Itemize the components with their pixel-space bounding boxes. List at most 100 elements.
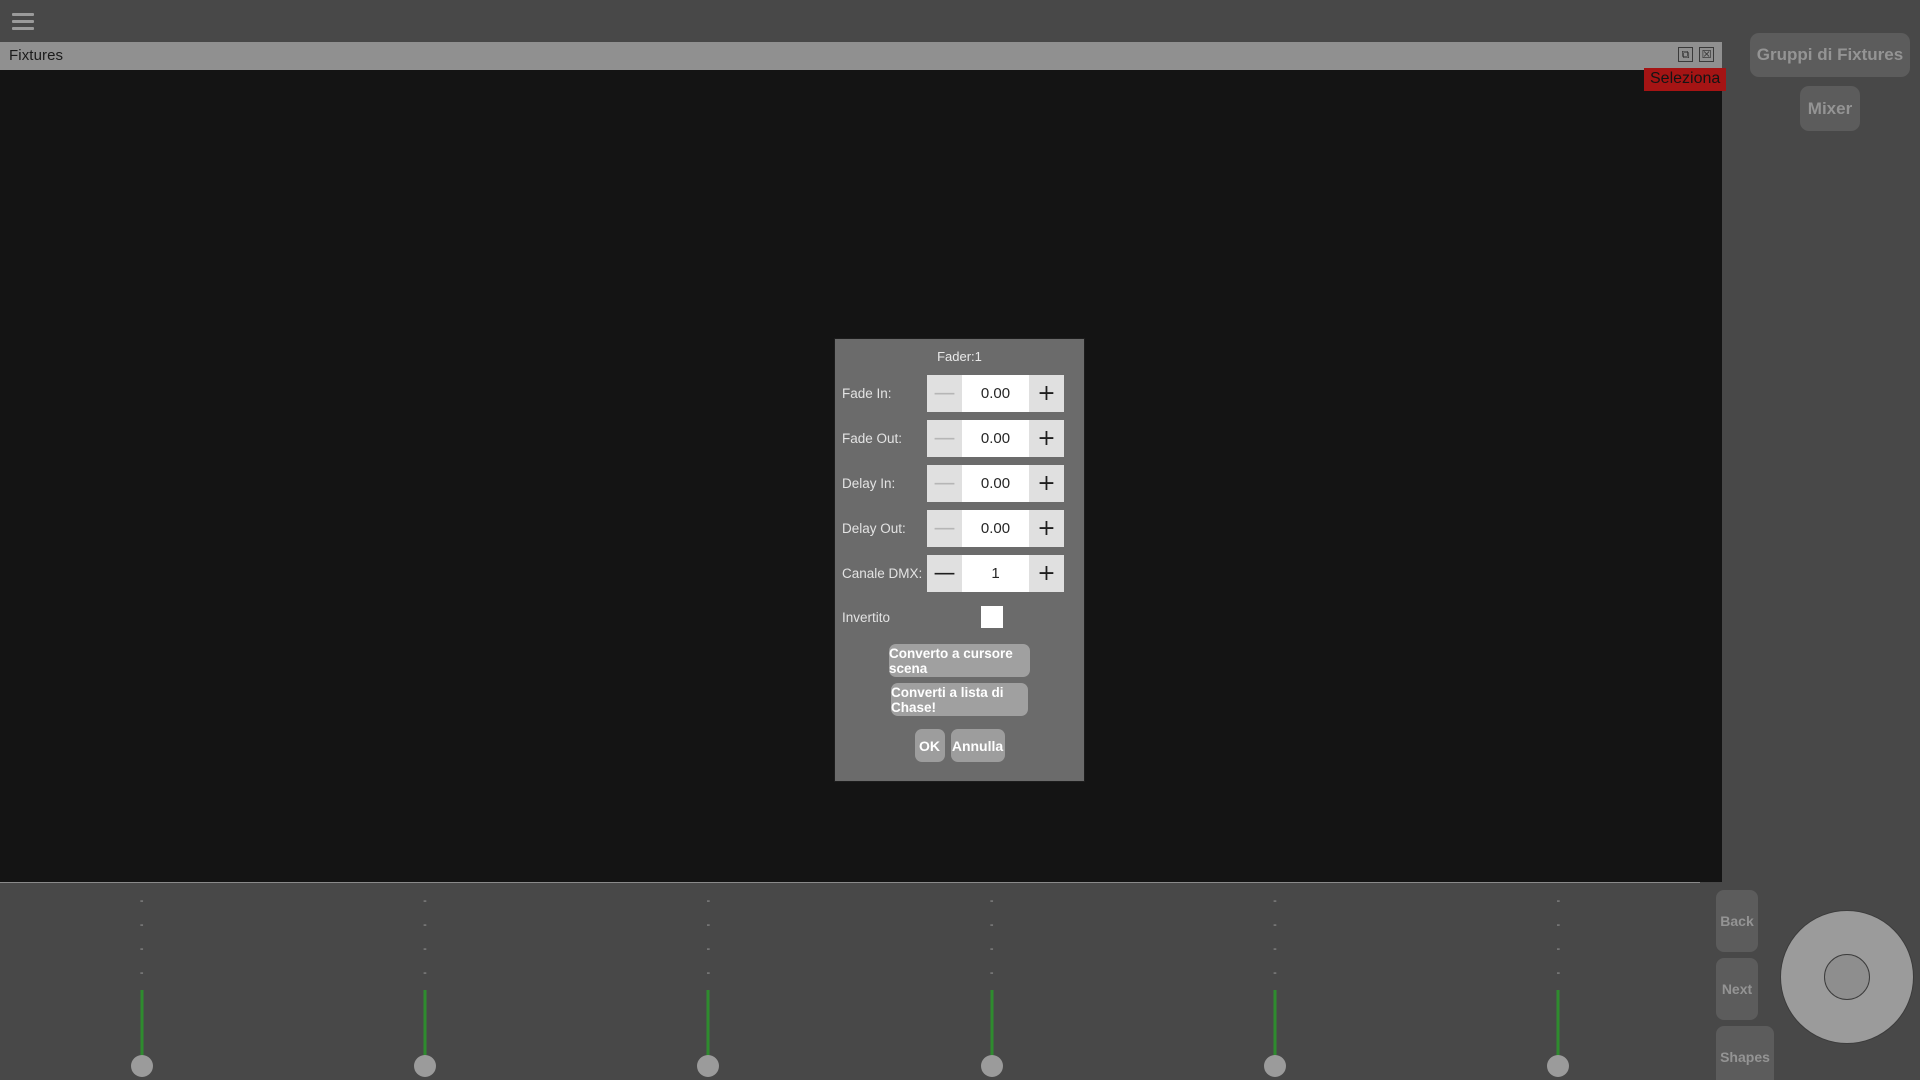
close-window-icon[interactable]: ☒	[1699, 47, 1714, 62]
dialog-row-label: Canale DMX:	[842, 566, 923, 581]
fader-mark-label: -	[423, 895, 427, 907]
fader-mark-label: -	[706, 895, 711, 907]
fader-knob[interactable]	[413, 1055, 436, 1077]
fader-knob[interactable]	[980, 1055, 1003, 1077]
dialog-row-label: Fade In:	[842, 386, 892, 401]
increment-button[interactable]: +	[1029, 420, 1064, 457]
right-side-panel: Gruppi di Fixtures Mixer	[1740, 0, 1920, 880]
dialog-row: Delay In: —0.00 +	[835, 461, 1084, 506]
fixtures-window-title: Fixtures	[9, 47, 64, 64]
fader-mark-label: -	[139, 943, 144, 955]
fader-mark-label: -	[989, 919, 994, 931]
fader-mark-label: -	[139, 895, 144, 907]
fader-marks: - - - -	[283, 893, 566, 989]
dialog-row: Delay Out: —0.00 +	[835, 506, 1084, 551]
number-spinner: —0.00 +	[927, 465, 1064, 502]
fader-marks: - - - -	[1417, 893, 1700, 989]
transport-panel: Back Next Shapes	[1700, 882, 1920, 1080]
fader-marks: - - - -	[850, 893, 1133, 989]
fader-mark-label: -	[423, 919, 427, 931]
fader-mark-label: -	[989, 967, 994, 979]
fader-knob[interactable]	[1547, 1055, 1570, 1077]
number-spinner: —0.00 +	[927, 510, 1064, 547]
spinner-value[interactable]: 0.00	[962, 465, 1029, 502]
fader-mark-label: -	[1556, 943, 1561, 955]
spinner-value[interactable]: 0.00	[962, 510, 1029, 547]
fader-column: - - - -	[1133, 883, 1416, 1080]
dialog-row-label: Fade Out:	[842, 431, 903, 446]
fader-mark-label: -	[1556, 919, 1561, 931]
invertito-label: Invertito	[842, 609, 891, 625]
increment-button[interactable]: +	[1029, 375, 1064, 412]
increment-button[interactable]: +	[1029, 465, 1064, 502]
top-bar	[0, 0, 1740, 42]
fader-mark-label: -	[1273, 967, 1277, 979]
fader-mark-label: -	[139, 919, 144, 931]
dialog-title: Fader:1	[937, 349, 982, 364]
fader-mark-label: -	[706, 919, 711, 931]
hamburger-icon[interactable]	[12, 13, 34, 30]
decrement-button: —	[927, 510, 962, 547]
converti-cursore-scena-button[interactable]: Converto a cursore scena	[889, 644, 1030, 677]
fader-mark-label: -	[1273, 943, 1277, 955]
fader-knob[interactable]	[130, 1055, 153, 1077]
fader-mark-label: -	[423, 943, 427, 955]
increment-button[interactable]: +	[1029, 510, 1064, 547]
mixer-button[interactable]: Mixer	[1800, 86, 1860, 131]
restore-window-icon[interactable]: ⧉	[1678, 47, 1693, 62]
fader-strip: - - - - - - - - - - - - - - - - - - - - - - - -	[0, 882, 1700, 1080]
decrement-button: —	[927, 420, 962, 457]
dialog-row-label: Delay In:	[842, 476, 896, 491]
fixtures-titlebar[interactable]: Fixtures ⧉ ☒	[0, 42, 1722, 70]
dialog-row: Fade Out: —0.00 +	[835, 416, 1084, 461]
fader-mark-label: -	[989, 943, 994, 955]
dialog-spinner-rows: Fade In: —0.00 + Fade Out: —0.00 + Delay In: —0…	[835, 371, 1084, 596]
fader-marks: - - - -	[567, 893, 850, 989]
fader-mark-label: -	[706, 943, 711, 955]
fader-column: - - - -	[567, 883, 850, 1080]
spinner-value[interactable]: 0.00	[962, 375, 1029, 412]
ok-button[interactable]: OK	[914, 729, 945, 762]
fader-mark-label: -	[1273, 895, 1277, 907]
spinner-value[interactable]: 1	[962, 555, 1029, 592]
fader-settings-dialog: Fader:1 Fade In: —0.00 + Fade Out: —0.00 + Del…	[834, 338, 1085, 782]
next-button[interactable]: Next	[1716, 958, 1758, 1020]
seleziona-button[interactable]: Seleziona	[1644, 68, 1727, 91]
dialog-row: Canale DMX: —1 +	[835, 551, 1084, 596]
fader-knob[interactable]	[697, 1055, 720, 1077]
fader-mark-label: -	[1556, 967, 1561, 979]
number-spinner: —0.00 +	[927, 375, 1064, 412]
increment-button[interactable]: +	[1029, 555, 1064, 592]
jog-wheel[interactable]	[1780, 910, 1914, 1044]
dialog-row-label: Delay Out:	[842, 521, 906, 536]
gruppi-di-fixtures-button[interactable]: Gruppi di Fixtures	[1750, 33, 1910, 77]
number-spinner: —1 +	[927, 555, 1064, 592]
decrement-button: —	[927, 465, 962, 502]
shapes-button[interactable]: Shapes	[1716, 1026, 1774, 1080]
fader-mark-label: -	[989, 895, 994, 907]
fader-knob[interactable]	[1263, 1055, 1286, 1077]
jog-wheel-center[interactable]	[1824, 954, 1870, 1000]
dialog-footer: OK Annulla	[835, 729, 1084, 762]
fader-column: - - - -	[850, 883, 1133, 1080]
fader-mark-label: -	[1273, 919, 1277, 931]
fader-mark-label: -	[1556, 895, 1561, 907]
fader-column: - - - -	[1417, 883, 1700, 1080]
fader-mark-label: -	[139, 967, 144, 979]
decrement-button[interactable]: —	[927, 555, 962, 592]
fader-column: - - - -	[0, 883, 283, 1080]
window-controls: ⧉ ☒	[1678, 47, 1714, 62]
spinner-value[interactable]: 0.00	[962, 420, 1029, 457]
fader-marks: - - - -	[1133, 893, 1416, 989]
dialog-row: Fade In: —0.00 +	[835, 371, 1084, 416]
app-root: Fixtures ⧉ ☒ Seleziona Gruppi di Fixture…	[0, 0, 1920, 1080]
fader-mark-label: -	[706, 967, 711, 979]
fader-marks: - - - -	[0, 893, 283, 989]
converti-lista-chase-button[interactable]: Converti a lista di Chase!	[891, 683, 1028, 716]
decrement-button: —	[927, 375, 962, 412]
fader-column: - - - -	[283, 883, 566, 1080]
back-button[interactable]: Back	[1716, 890, 1758, 952]
invertito-checkbox[interactable]	[981, 606, 1003, 628]
fader-mark-label: -	[423, 967, 427, 979]
annulla-button[interactable]: Annulla	[950, 729, 1005, 762]
